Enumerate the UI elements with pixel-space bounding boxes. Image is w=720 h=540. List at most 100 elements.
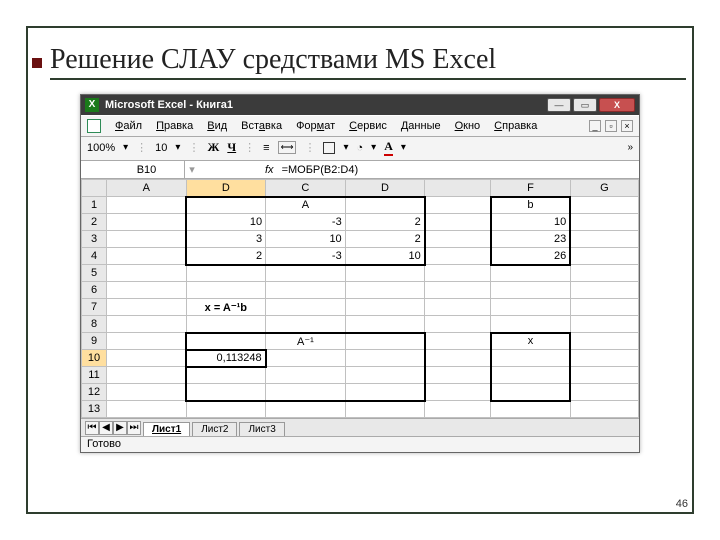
cell-B1 bbox=[186, 197, 266, 214]
spreadsheet-grid[interactable]: A D C D F G 1 A b 2 10 bbox=[81, 179, 639, 418]
first-sheet-icon: ⏮ bbox=[85, 421, 99, 435]
row-1: 1 A b bbox=[82, 197, 639, 214]
bold-button[interactable]: Ж bbox=[207, 140, 219, 155]
doc-minimize-button[interactable]: _ bbox=[589, 120, 601, 132]
next-sheet-icon: ▶ bbox=[113, 421, 127, 435]
cell-B2[interactable]: 10 bbox=[186, 214, 266, 231]
cell-C4[interactable]: -3 bbox=[266, 248, 346, 265]
cell-F4[interactable]: 26 bbox=[491, 248, 571, 265]
menu-tools[interactable]: Сервис bbox=[349, 120, 387, 132]
font-color-icon[interactable]: A bbox=[384, 139, 393, 156]
menu-window[interactable]: Окно bbox=[455, 120, 481, 132]
tab-sheet1[interactable]: Лист1 bbox=[143, 422, 190, 436]
select-all-corner[interactable] bbox=[82, 180, 107, 197]
fx-button[interactable]: fx bbox=[259, 164, 280, 176]
cell-F9-x-label[interactable]: x bbox=[491, 333, 571, 350]
toolbar-sep2: ⋮ bbox=[188, 141, 199, 154]
menu-bar: Файл Правка Вид Вставка Формат Сервис Да… bbox=[81, 115, 639, 137]
name-box-dropdown-icon[interactable]: ▾ bbox=[185, 163, 199, 176]
col-header-E[interactable] bbox=[425, 180, 491, 197]
zoom-level[interactable]: 100% bbox=[87, 142, 115, 154]
font-size[interactable]: 10 bbox=[155, 142, 167, 154]
col-header-F[interactable]: F bbox=[491, 180, 571, 197]
tab-sheet2[interactable]: Лист2 bbox=[192, 422, 237, 436]
row-6: 6 bbox=[82, 282, 639, 299]
fontcolor-dropdown-icon[interactable]: ▾ bbox=[401, 142, 406, 153]
row-header-1[interactable]: 1 bbox=[82, 197, 107, 214]
row-7: 7 x = A⁻¹b bbox=[82, 299, 639, 316]
doc-restore-button[interactable]: ▫ bbox=[605, 120, 617, 132]
doc-close-button[interactable]: × bbox=[621, 120, 633, 132]
slide-frame: Решение СЛАУ средствами MS Excel X Micro… bbox=[26, 26, 694, 514]
tab-sheet3[interactable]: Лист3 bbox=[239, 422, 284, 436]
cell-B7-eq-label[interactable]: x = A⁻¹b bbox=[186, 299, 266, 316]
column-headers-row: A D C D F G bbox=[82, 180, 639, 197]
row-13: 13 bbox=[82, 401, 639, 418]
cell-D3[interactable]: 2 bbox=[345, 231, 425, 248]
borders-icon[interactable] bbox=[323, 142, 335, 154]
zoom-dropdown-icon[interactable]: ▾ bbox=[123, 142, 128, 153]
cell-B3[interactable]: 3 bbox=[186, 231, 266, 248]
window-title: Microsoft Excel - Книга1 bbox=[105, 99, 547, 111]
formula-bar: B10 ▾ fx =МОБР(B2:D4) bbox=[81, 161, 639, 179]
excel-window: X Microsoft Excel - Книга1 — ▭ X Файл Пр… bbox=[80, 94, 640, 453]
fontsize-dropdown-icon[interactable]: ▾ bbox=[175, 142, 180, 153]
prev-sheet-icon: ◀ bbox=[99, 421, 113, 435]
col-header-A[interactable]: A bbox=[107, 180, 187, 197]
row-10: 10 0,113248 bbox=[82, 350, 639, 367]
col-header-B[interactable]: D bbox=[186, 180, 266, 197]
row-9: 9 A⁻¹ x bbox=[82, 333, 639, 350]
col-header-G[interactable]: G bbox=[570, 180, 638, 197]
toolbar-sep3: ⋮ bbox=[244, 141, 255, 154]
cell-F1[interactable]: b bbox=[491, 197, 571, 214]
menu-data[interactable]: Данные bbox=[401, 120, 441, 132]
underline-button[interactable]: Ч bbox=[227, 140, 236, 155]
merge-center-icon[interactable]: ⟷ bbox=[278, 141, 297, 154]
align-center-icon[interactable]: ≡ bbox=[263, 142, 269, 154]
cell-C2[interactable]: -3 bbox=[266, 214, 346, 231]
slide-title: Решение СЛАУ средствами MS Excel bbox=[50, 38, 686, 80]
cell-D4[interactable]: 10 bbox=[345, 248, 425, 265]
cell-F3[interactable]: 23 bbox=[491, 231, 571, 248]
row-11: 11 bbox=[82, 367, 639, 384]
sheet-tabs-bar: ⏮◀▶⏭ Лист1 Лист2 Лист3 bbox=[81, 418, 639, 436]
col-header-D[interactable]: D bbox=[345, 180, 425, 197]
document-icon bbox=[87, 119, 101, 133]
menu-file[interactable]: Файл bbox=[115, 120, 142, 132]
cell-B4[interactable]: 2 bbox=[186, 248, 266, 265]
row-4: 4 2 -3 10 26 bbox=[82, 248, 639, 265]
name-box[interactable]: B10 bbox=[81, 161, 185, 178]
formula-input[interactable]: =МОБР(B2:D4) bbox=[280, 164, 639, 176]
menu-edit[interactable]: Правка bbox=[156, 120, 193, 132]
toolbar-sep4: ⋮ bbox=[304, 141, 315, 154]
cell-C3[interactable]: 10 bbox=[266, 231, 346, 248]
cell-D2[interactable]: 2 bbox=[345, 214, 425, 231]
toolbar-sep1: ⋮ bbox=[136, 141, 147, 154]
cell-B10-selected[interactable]: 0,113248 bbox=[186, 350, 266, 367]
maximize-button[interactable]: ▭ bbox=[573, 98, 597, 112]
cell-C9-ainv-label[interactable]: A⁻¹ bbox=[266, 333, 346, 350]
slide-page-number: 46 bbox=[676, 498, 688, 510]
minimize-button[interactable]: — bbox=[547, 98, 571, 112]
menu-view[interactable]: Вид bbox=[207, 120, 227, 132]
titlebar: X Microsoft Excel - Книга1 — ▭ X bbox=[81, 95, 639, 115]
row-5: 5 bbox=[82, 265, 639, 282]
last-sheet-icon: ⏭ bbox=[127, 421, 141, 435]
col-header-C[interactable]: C bbox=[266, 180, 346, 197]
fill-dropdown-icon[interactable]: ▾ bbox=[371, 142, 376, 153]
status-bar: Готово bbox=[81, 436, 639, 452]
menu-insert[interactable]: Вставка bbox=[241, 120, 282, 132]
cell-C1[interactable]: A bbox=[266, 197, 346, 214]
sheet-nav-arrows[interactable]: ⏮◀▶⏭ bbox=[85, 421, 141, 435]
fill-color-icon[interactable]: ◔ bbox=[357, 142, 364, 154]
cell-F2[interactable]: 10 bbox=[491, 214, 571, 231]
row-2: 2 10 -3 2 10 bbox=[82, 214, 639, 231]
menu-format[interactable]: Формат bbox=[296, 120, 335, 132]
borders-dropdown-icon[interactable]: ▾ bbox=[343, 142, 348, 153]
toolbar-overflow-icon[interactable]: » bbox=[627, 142, 633, 153]
row-8: 8 bbox=[82, 316, 639, 333]
close-button[interactable]: X bbox=[599, 98, 635, 112]
menu-help[interactable]: Справка bbox=[494, 120, 537, 132]
toolbar: 100% ▾ ⋮ 10 ▾ ⋮ Ж Ч ⋮ ≡ ⟷ ⋮ ▾ ◔ ▾ A ▾ » bbox=[81, 137, 639, 161]
title-bullet bbox=[32, 58, 42, 68]
